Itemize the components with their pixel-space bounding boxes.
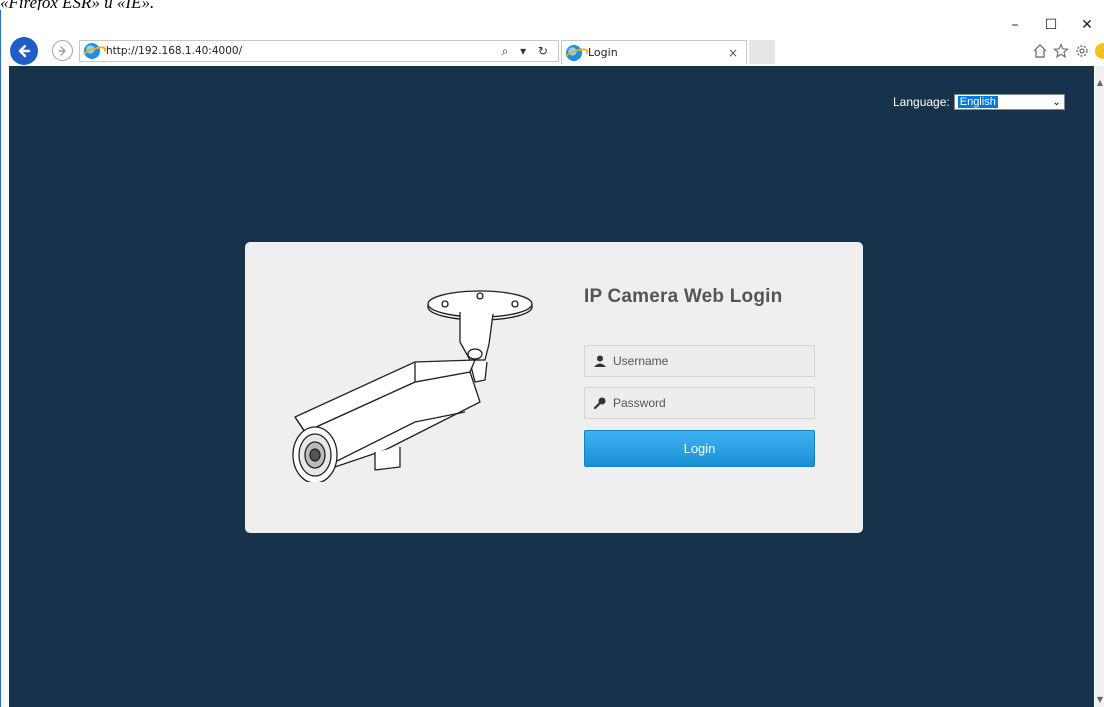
tab-close-icon[interactable]: × bbox=[728, 46, 746, 60]
login-button[interactable]: Login bbox=[584, 430, 815, 467]
language-select[interactable]: English ⌄ bbox=[953, 94, 1065, 110]
minimize-button[interactable]: – bbox=[997, 10, 1033, 40]
close-window-button[interactable]: ✕ bbox=[1069, 10, 1104, 40]
tab-title: Login bbox=[588, 46, 618, 59]
browser-toolbar bbox=[1032, 40, 1104, 62]
camera-illustration bbox=[292, 290, 533, 482]
language-selector: Language: English ⌄ bbox=[893, 94, 1065, 110]
url-text[interactable]: http://192.168.1.40:4000/ bbox=[106, 45, 502, 57]
document-caption: «Firefox ESR» и «IE». bbox=[0, 0, 155, 12]
page-viewport: Language: English ⌄ IP Camera Web Login … bbox=[9, 66, 1094, 707]
chevron-down-icon: ⌄ bbox=[1052, 96, 1061, 108]
scroll-down-icon[interactable]: ▼ bbox=[1096, 695, 1104, 705]
ie-icon bbox=[84, 43, 100, 59]
address-bar[interactable]: http://192.168.1.40:4000/ ⌕ ▾ ↻ bbox=[79, 40, 559, 62]
password-field[interactable] bbox=[584, 387, 815, 419]
vertical-scrollbar[interactable]: ▲ ▼ bbox=[1095, 66, 1104, 707]
gear-icon[interactable] bbox=[1074, 43, 1090, 59]
tab-ie-icon bbox=[566, 44, 582, 61]
login-title: IP Camera Web Login bbox=[584, 286, 783, 307]
language-label: Language: bbox=[893, 95, 950, 109]
search-refresh-icons[interactable]: ⌕ ▾ ↻ bbox=[502, 44, 558, 59]
language-value: English bbox=[957, 96, 998, 108]
star-icon[interactable] bbox=[1053, 43, 1069, 59]
tab-login[interactable]: Login × bbox=[561, 40, 747, 64]
password-input[interactable] bbox=[613, 389, 814, 417]
login-panel: IP Camera Web Login Login bbox=[245, 242, 863, 533]
username-field[interactable] bbox=[584, 345, 815, 377]
browser-chrome: – ☐ ✕ http://192.168.1.40:4000/ ⌕ ▾ ↻ Lo… bbox=[1, 10, 1104, 66]
forward-button[interactable] bbox=[52, 40, 73, 61]
scroll-up-icon[interactable]: ▲ bbox=[1096, 78, 1104, 88]
arrow-right-icon bbox=[57, 45, 66, 56]
maximize-button[interactable]: ☐ bbox=[1033, 10, 1069, 40]
key-icon bbox=[593, 397, 606, 410]
username-input[interactable] bbox=[613, 347, 814, 375]
smiley-icon[interactable] bbox=[1095, 43, 1104, 59]
arrow-left-icon bbox=[18, 44, 31, 58]
user-icon bbox=[594, 355, 606, 367]
window-controls: – ☐ ✕ bbox=[997, 10, 1104, 40]
home-icon[interactable] bbox=[1032, 43, 1048, 59]
back-button[interactable] bbox=[10, 37, 38, 65]
new-tab-button[interactable] bbox=[749, 40, 775, 64]
